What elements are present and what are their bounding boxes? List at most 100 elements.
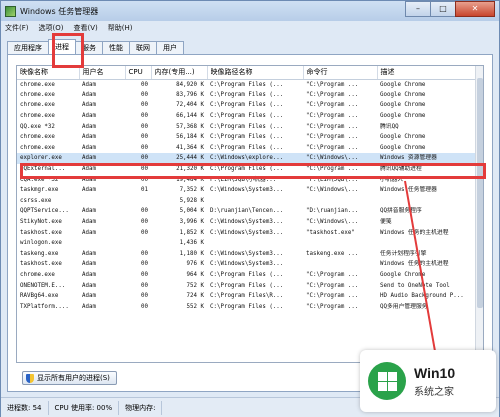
column-cpu[interactable]: CPU (125, 66, 152, 80)
table-row[interactable]: ONENOTEM.E... Adam 00 752 K C:\Program Files… (17, 280, 477, 291)
scrollbar-thumb[interactable] (477, 78, 483, 308)
cell-user-name: Adam (82, 134, 96, 141)
cell-command-line (303, 238, 377, 249)
cell-description: Google Chrome (380, 144, 426, 151)
table-row[interactable]: TXPlatform.... Adam 00 552 K C:\Program File… (17, 301, 477, 312)
table-row[interactable]: StikyNot.exe Adam 00 3,996 K C:\Windows\Syst… (17, 217, 477, 228)
table-row[interactable]: chrome.exe Adam 00 56,184 K C:\Program Files… (17, 132, 477, 143)
cell-image-name: ONENOTEM.E... (20, 282, 66, 289)
tab-applications[interactable]: 应用程序 (7, 41, 49, 55)
table-row[interactable]: chrome.exe Adam 00 84,920 K C:\Program Files… (17, 79, 477, 90)
process-table-container: 映像名称 用户名 CPU 内存(专用...) 映像路径名称 命令行 描述 chr… (16, 65, 484, 363)
cell-image-name: chrome.exe (20, 81, 55, 88)
cell-cpu (125, 196, 151, 207)
cell-cpu: 00 (141, 81, 148, 88)
cell-command-line: "D:\ruanjian... (306, 208, 359, 215)
cell-cpu: 00 (141, 293, 148, 300)
cell-description: 便笺 (380, 219, 392, 226)
table-row[interactable]: chrome.exe Adam 00 83,796 K C:\Program Files… (17, 90, 477, 101)
cell-description: Google Chrome (380, 113, 426, 120)
cell-image-name: chrome.exe (20, 102, 55, 109)
cell-user-name: Adam (82, 229, 96, 236)
processes-panel: 映像名称 用户名 CPU 内存(专用...) 映像路径名称 命令行 描述 chr… (7, 54, 493, 392)
table-row[interactable]: chrome.exe Adam 00 66,144 K C:\Program Files… (17, 111, 477, 122)
cell-memory: 66,144 K (176, 113, 204, 120)
cell-image-name: QQ.exe *32 (20, 123, 55, 130)
cell-image-path: C:\Windows\System3... (210, 261, 284, 268)
cell-cpu: 00 (141, 219, 148, 226)
cell-image-name: taskeng.exe (20, 250, 59, 257)
cell-command-line: "C:\Windows\... (306, 219, 359, 226)
table-row[interactable]: taskeng.exe Adam 00 1,180 K C:\Windows\Syste… (17, 249, 477, 260)
show-all-users-button[interactable]: 显示所有用户的进程(S) (22, 371, 117, 385)
table-row[interactable]: chrome.exe Adam 00 72,404 K C:\Program Files… (17, 100, 477, 111)
explorer-row-highlight (20, 163, 486, 179)
cell-cpu: 00 (141, 229, 148, 236)
column-memory[interactable]: 内存(专用...) (151, 66, 208, 80)
cell-description: Google Chrome (380, 81, 426, 88)
table-row[interactable]: taskhost.exe Adam 00 976 K C:\Windows\System… (17, 259, 477, 270)
cell-description: Google Chrome (380, 271, 426, 278)
menu-options[interactable]: 选项(O) (39, 23, 64, 33)
cell-image-name: chrome.exe (20, 271, 55, 278)
table-row[interactable]: chrome.exe Adam 00 41,364 K C:\Program Files… (17, 143, 477, 154)
cell-image-path: C:\Program Files (... (210, 123, 284, 130)
cell-cpu: 00 (141, 303, 148, 310)
cell-image-path: C:\Program Files (... (210, 144, 284, 151)
cell-cpu: 00 (141, 144, 148, 151)
menu-view[interactable]: 查看(V) (73, 23, 97, 33)
cell-image-name: TXPlatform.... (20, 303, 69, 310)
cell-image-path: C:\Windows\System3... (210, 187, 284, 194)
watermark-subtitle: 系统之家 (414, 386, 454, 398)
cell-description: Windows 任务的主机进程 (380, 229, 449, 236)
win10-watermark: Win10 系统之家 (360, 350, 496, 412)
cell-memory: 1,852 K (179, 229, 204, 236)
cell-image-name: QQPTService... (20, 208, 69, 215)
process-table: 映像名称 用户名 CPU 内存(专用...) 映像路径名称 命令行 描述 chr… (17, 66, 478, 312)
column-command-line[interactable]: 命令行 (303, 66, 378, 80)
column-image-path[interactable]: 映像路径名称 (207, 66, 304, 80)
cell-image-path: C:\Windows\System3... (210, 229, 284, 236)
cell-image-path: C:\Program Files (... (210, 81, 284, 88)
cell-user-name: Adam (82, 187, 96, 194)
cell-description: 任务计划程序引擎 (380, 250, 427, 257)
cell-image-name: taskmgr.exe (20, 187, 59, 194)
task-manager-icon (5, 5, 16, 17)
cell-command-line: "C:\Program ... (306, 81, 359, 88)
cell-user-name: Adam (82, 144, 96, 151)
column-description[interactable]: 描述 (377, 66, 478, 80)
show-all-users-label: 显示所有用户的进程(S) (37, 374, 110, 382)
menu-file[interactable]: 文件(F) (5, 23, 29, 33)
cell-description: Windows 任务管理器 (380, 187, 437, 194)
cell-memory: 3,996 K (179, 219, 204, 226)
table-row[interactable]: taskhost.exe Adam 00 1,852 K C:\Windows\Syst… (17, 227, 477, 238)
cell-image-path: C:\Windows\System3... (210, 219, 284, 226)
tab-users[interactable]: 用户 (156, 41, 184, 55)
cell-user-name: Adam (82, 282, 96, 289)
menu-help[interactable]: 帮助(H) (108, 23, 133, 33)
cell-cpu (125, 238, 151, 249)
tab-networking[interactable]: 联网 (129, 41, 157, 55)
vertical-scrollbar[interactable] (475, 66, 483, 362)
cell-user-name: Adam (82, 91, 96, 98)
cell-memory: 83,796 K (176, 91, 204, 98)
table-row[interactable]: QQ.exe *32 Adam 00 57,368 K C:\Program Files… (17, 121, 477, 132)
cell-image-name: winlogon.exe (20, 240, 62, 247)
cell-cpu: 00 (141, 123, 148, 130)
tab-performance[interactable]: 性能 (102, 41, 130, 55)
cell-memory: 56,184 K (176, 134, 204, 141)
window-title: Windows 任务管理器 (20, 6, 99, 16)
cell-memory: 964 K (186, 271, 204, 278)
minimize-button[interactable]: – (405, 1, 431, 17)
table-row[interactable]: RAVBg64.exe Adam 00 724 K C:\Program Files\R… (17, 291, 477, 302)
cell-image-name: chrome.exe (20, 134, 55, 141)
table-row[interactable]: chrome.exe Adam 00 964 K C:\Program Files (.… (17, 270, 477, 281)
table-row[interactable]: winlogon.exe 1,436 K (17, 238, 477, 249)
close-button[interactable]: ✕ (455, 1, 495, 17)
cell-image-path: C:\Program Files (... (210, 134, 284, 141)
cell-command-line: "C:\Program ... (306, 144, 359, 151)
maximize-button[interactable]: □ (430, 1, 456, 17)
cell-memory: 1,436 K (179, 240, 204, 247)
column-user-name[interactable]: 用户名 (79, 66, 126, 80)
cell-description: Google Chrome (380, 102, 426, 109)
